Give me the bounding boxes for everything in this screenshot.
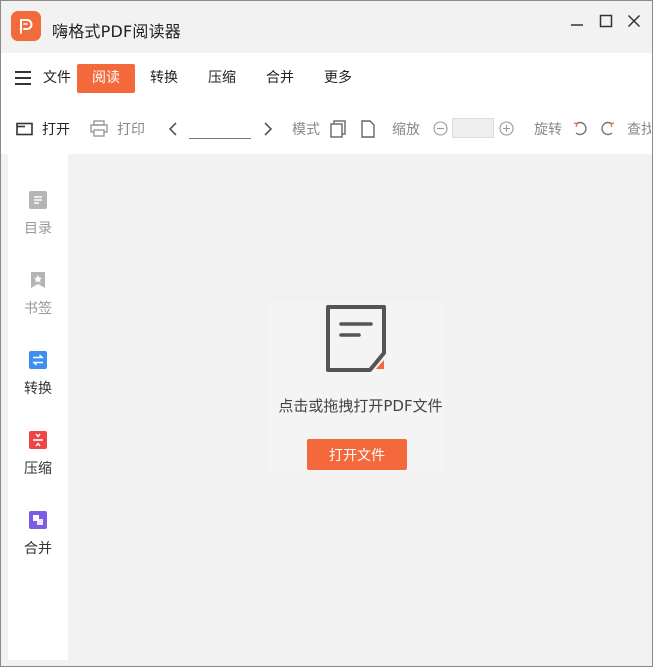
menu-file[interactable]: 文件: [42, 64, 72, 93]
convert-icon: [29, 351, 47, 369]
sidebar-item-label: 合并: [24, 541, 52, 557]
menu-read[interactable]: 阅读: [77, 64, 135, 93]
hamburger-menu-icon[interactable]: [15, 71, 31, 85]
menu-merge[interactable]: 合并: [262, 64, 298, 93]
zoom-in-button[interactable]: [499, 103, 514, 154]
rotate-left-icon: [573, 121, 587, 136]
next-page-button[interactable]: [262, 103, 274, 154]
sidebar-item-label: 书签: [24, 301, 52, 317]
mode-label: 模式: [292, 121, 320, 138]
document-icon: [325, 304, 389, 378]
drop-hint-text: 点击或拖拽打开PDF文件: [278, 397, 443, 415]
open-file-button[interactable]: 打开文件: [307, 439, 407, 470]
app-window: 嗨格式PDF阅读器 文件 阅读 转换 压缩 合并 更多 打开 打印 模式 缩放 …: [0, 0, 653, 667]
single-page-mode-button[interactable]: [360, 103, 376, 154]
toolbar: 打开 打印 模式 缩放 旋转 查: [1, 103, 652, 154]
double-page-mode-button[interactable]: [329, 103, 347, 154]
app-logo-icon: [11, 11, 41, 41]
minimize-button[interactable]: [567, 11, 587, 31]
sidebar-item-label: 转换: [24, 381, 52, 397]
sidebar-item-label: 目录: [24, 221, 52, 237]
title-bar[interactable]: 嗨格式PDF阅读器: [1, 1, 652, 53]
maximize-icon: [599, 14, 613, 28]
minimize-icon: [571, 24, 583, 26]
sidebar-item-toc[interactable]: 目录: [8, 191, 68, 251]
rotate-left-button[interactable]: [572, 103, 587, 154]
double-page-icon: [330, 119, 346, 138]
rotate-right-button[interactable]: [601, 103, 616, 154]
zoom-in-icon: [499, 121, 514, 136]
zoom-out-icon: [433, 121, 448, 136]
rotate-right-icon: [601, 121, 615, 136]
left-sidebar: 目录 书签 转换 压缩 合并: [8, 154, 68, 660]
sidebar-item-bookmark[interactable]: 书签: [8, 271, 68, 331]
zoom-label-group: 缩放: [392, 103, 420, 154]
open-tool-button[interactable]: 打开: [16, 103, 70, 154]
rotate-label-group: 旋转: [534, 103, 562, 154]
merge-icon: [29, 511, 47, 529]
maximize-button[interactable]: [596, 11, 616, 31]
single-page-icon: [361, 119, 375, 138]
mode-label-group: 模式: [292, 103, 320, 154]
sidebar-item-label: 压缩: [24, 461, 52, 477]
zoom-out-button[interactable]: [433, 103, 448, 154]
close-button[interactable]: [624, 11, 644, 31]
prev-page-button[interactable]: [167, 103, 179, 154]
rotate-label: 旋转: [534, 121, 562, 138]
sidebar-item-compress[interactable]: 压缩: [8, 431, 68, 491]
close-icon: [627, 14, 641, 28]
chevron-left-icon: [168, 121, 177, 136]
open-folder-icon: [16, 122, 33, 135]
page-number-input[interactable]: [189, 120, 251, 139]
sidebar-item-convert[interactable]: 转换: [8, 351, 68, 411]
chevron-right-icon: [264, 121, 273, 136]
print-tool-button[interactable]: 打印: [90, 103, 145, 154]
compress-icon: [29, 431, 47, 449]
document-drop-area[interactable]: 点击或拖拽打开PDF文件 打开文件: [68, 154, 652, 666]
toc-icon: [29, 191, 47, 209]
printer-icon: [90, 120, 108, 137]
menu-convert[interactable]: 转换: [146, 64, 182, 93]
menu-more[interactable]: 更多: [320, 64, 356, 93]
menu-bar: 文件 阅读 转换 压缩 合并 更多: [1, 53, 652, 103]
open-tool-label: 打开: [42, 121, 70, 138]
window-title: 嗨格式PDF阅读器: [52, 22, 181, 41]
zoom-label: 缩放: [392, 121, 420, 138]
bookmark-icon: [29, 271, 47, 289]
sidebar-item-merge[interactable]: 合并: [8, 511, 68, 571]
menu-compress[interactable]: 压缩: [204, 64, 240, 93]
print-tool-label: 打印: [117, 121, 145, 138]
zoom-input[interactable]: [452, 118, 494, 138]
find-tool-label: 查找: [627, 121, 651, 138]
find-tool-button[interactable]: 查找: [627, 103, 651, 154]
